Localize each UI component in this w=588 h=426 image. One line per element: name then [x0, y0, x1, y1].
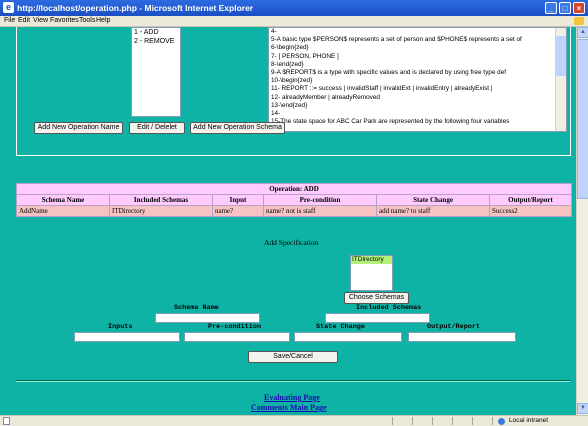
menu-help[interactable]: Help: [96, 16, 110, 26]
edit-delete-button[interactable]: Edit / Delelet: [129, 122, 185, 134]
status-separator: [432, 417, 433, 425]
operation-item-remove[interactable]: 2 - REMOVE: [134, 37, 178, 46]
evaluating-page-link[interactable]: Evaluating Page: [264, 393, 320, 402]
table-row: AddName ITDirectory name? name? not is s…: [16, 205, 572, 217]
schema-name-input[interactable]: [155, 313, 260, 323]
scroll-down-icon[interactable]: ▼: [577, 403, 588, 414]
choose-schemas-button[interactable]: Choose Schemas: [344, 292, 409, 304]
scrollbar-thumb[interactable]: [577, 39, 588, 199]
col-input: Input: [212, 194, 264, 206]
spec-heading: Add Specification: [264, 238, 319, 247]
minimize-button[interactable]: _: [545, 2, 557, 14]
table-cell: ITDirectory: [109, 205, 213, 217]
scrollbar-thumb[interactable]: [556, 36, 566, 76]
col-schema-name: Schema Name: [16, 194, 110, 206]
included-schemas-list[interactable]: ITDirectory: [350, 255, 393, 291]
table-cell: name?: [212, 205, 264, 217]
output-report-field[interactable]: [408, 332, 516, 342]
label-state-change: State Change: [316, 323, 365, 331]
ie-icon: e: [3, 2, 14, 13]
windows-flag-icon: [574, 17, 584, 25]
status-separator: [472, 417, 473, 425]
operation-list[interactable]: 1 - ADD 2 - REMOVE: [131, 27, 181, 117]
save-cancel-button[interactable]: Save/Cancel: [248, 351, 338, 363]
schema-line: 4-: [271, 28, 277, 35]
menu-bar: File Edit View Favorites Tools Help: [0, 16, 588, 27]
menu-favorites[interactable]: Favorites: [50, 16, 79, 26]
col-state-change: State Change: [376, 194, 490, 206]
schema-textarea[interactable]: 4- 5-A basic type $PERSON$ represents a …: [268, 27, 567, 132]
schema-line: 6-\begin{zed}: [271, 44, 309, 52]
add-operation-schema-button[interactable]: Add New Operation Schema: [190, 122, 285, 134]
menu-view[interactable]: View: [33, 16, 48, 26]
inputs-field[interactable]: [74, 332, 180, 342]
menu-file[interactable]: File: [4, 16, 15, 26]
add-operation-name-button[interactable]: Add New Operation Name: [34, 122, 123, 134]
included-schemas-input[interactable]: [325, 313, 430, 323]
operation-table-caption: Operation: ADD: [16, 183, 572, 195]
maximize-button[interactable]: □: [559, 2, 571, 14]
state-change-field[interactable]: [294, 332, 402, 342]
status-separator: [412, 417, 413, 425]
label-inputs: Inputs: [108, 323, 133, 331]
menu-edit[interactable]: Edit: [18, 16, 30, 26]
schema-line: 14-: [271, 110, 281, 118]
divider: [16, 380, 570, 382]
label-included-schemas: Included Schemas: [356, 304, 422, 312]
status-bar: Local intranet: [0, 415, 588, 426]
list-item[interactable]: ITDirectory: [351, 256, 392, 264]
schema-line: 12- alreadyMember | alreadyRemoved: [271, 93, 380, 101]
table-cell: add name? to staff: [376, 205, 490, 217]
operation-item-add[interactable]: 1 - ADD: [134, 28, 178, 37]
operation-table: Operation: ADD Schema Name Included Sche…: [16, 183, 572, 217]
schema-line: 7- [ PERSON, PHONE ]: [271, 52, 339, 60]
page-scrollbar[interactable]: ▲ ▼: [576, 27, 588, 415]
schema-line: 9-A $REPORT$ is a type with specific val…: [271, 69, 507, 77]
close-button[interactable]: ×: [573, 2, 585, 14]
schema-line: 10-\begin{zed}: [271, 77, 313, 85]
globe-icon: [498, 418, 505, 425]
textarea-scrollbar[interactable]: [555, 28, 566, 131]
label-precondition: Pre-condition: [208, 323, 262, 331]
status-separator: [392, 417, 393, 425]
comments-main-page-link[interactable]: Comments Main Page: [251, 403, 327, 412]
col-included-schemas: Included Schemas: [109, 194, 213, 206]
schema-line: 8-\end{zed}: [271, 60, 304, 68]
label-output-report: Output/Report: [427, 323, 481, 331]
menu-tools[interactable]: Tools: [79, 16, 95, 26]
schema-line: 11- REPORT ::= success | invalidStaff | …: [271, 85, 493, 93]
status-separator: [452, 417, 453, 425]
schema-line: 5-A basic type $PERSON$ represents a set…: [271, 36, 522, 44]
label-schema-name: Schema Name: [174, 304, 219, 312]
window-titlebar: e http://localhost/operation.php - Micro…: [0, 0, 588, 16]
col-precondition: Pre-condition: [263, 194, 377, 206]
table-cell: name? not is staff: [263, 205, 377, 217]
schema-line: 15-The state space for ABC Car Park are …: [271, 118, 510, 126]
status-separator: [492, 417, 493, 425]
table-cell: AddName: [16, 205, 110, 217]
table-cell: Success2: [489, 205, 572, 217]
precondition-field[interactable]: [184, 332, 290, 342]
col-output-report: Output/Report: [489, 194, 572, 206]
window-title: http://localhost/operation.php - Microso…: [17, 3, 254, 13]
schema-line: 13-\end{zed}: [271, 101, 308, 109]
scroll-up-icon[interactable]: ▲: [577, 27, 588, 38]
page-done-icon: [3, 417, 10, 425]
